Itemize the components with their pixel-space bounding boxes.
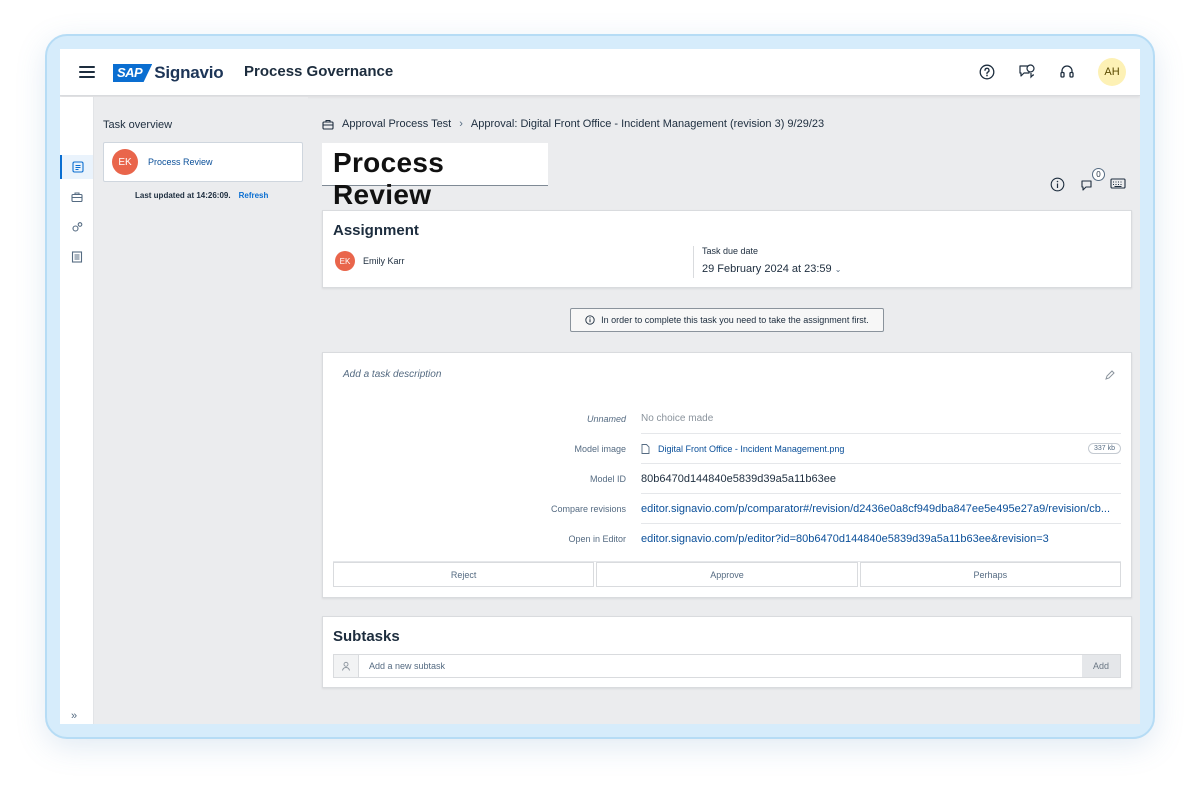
comment-count-badge: 0: [1092, 168, 1105, 181]
subtasks-title: Subtasks: [333, 628, 400, 645]
task-overview-panel: Task overview EK Process Review Last upd…: [94, 97, 308, 724]
subtask-input[interactable]: [359, 655, 1082, 677]
assignee-avatar: EK: [335, 251, 355, 271]
field-row-model-id: Model ID 80b6470d144840e5839d39a5a11b63e…: [333, 464, 1121, 494]
compare-revisions-link[interactable]: editor.signavio.com/p/comparator#/revisi…: [641, 503, 1110, 515]
field-value: Digital Front Office - Incident Manageme…: [641, 434, 1121, 464]
title-actions: 0: [1050, 168, 1126, 193]
field-label: Compare revisions: [550, 504, 626, 514]
expand-rail-icon[interactable]: »: [71, 710, 77, 722]
breadcrumb-current: Approval: Digital Front Office - Inciden…: [470, 118, 825, 130]
person-icon[interactable]: [334, 655, 359, 677]
task-description-input[interactable]: Add a task description: [343, 369, 441, 380]
chevron-down-icon: ⌄: [834, 265, 842, 274]
assignment-card: Assignment EK Emily Karr Task due date 2…: [322, 210, 1132, 288]
breadcrumb: Approval Process Test › Approval: Digita…: [322, 118, 824, 130]
open-in-editor-link[interactable]: editor.signavio.com/p/editor?id=80b6470d…: [641, 533, 1049, 545]
due-date: Task due date 29 February 2024 at 23:59 …: [693, 246, 841, 278]
reject-button[interactable]: Reject: [333, 562, 595, 587]
field-label: Model ID: [589, 474, 626, 484]
assignment-title: Assignment: [333, 222, 419, 239]
field-row-open-in-editor: Open in Editor editor.signavio.com/p/edi…: [333, 524, 1121, 554]
brand-name: Signavio: [154, 63, 224, 82]
field-value: editor.signavio.com/p/comparator#/revisi…: [641, 494, 1121, 524]
rail-report-icon[interactable]: [60, 245, 93, 269]
last-updated-text: Last updated at 14:26:09.: [135, 191, 231, 200]
user-avatar[interactable]: AH: [1098, 58, 1126, 86]
field-row-unnamed: Unnamed No choice made: [333, 404, 1121, 434]
rail-briefcase-icon[interactable]: [60, 185, 93, 209]
rail-tasks-icon[interactable]: [60, 155, 93, 179]
add-subtask-row: Add: [333, 654, 1121, 678]
assignment-notice: In order to complete this task you need …: [570, 308, 884, 332]
task-card-process-review[interactable]: EK Process Review: [103, 142, 303, 182]
due-date-value[interactable]: 29 February 2024 at 23:59 ⌄: [702, 263, 841, 275]
left-rail: »: [60, 97, 94, 724]
perhaps-button[interactable]: Perhaps: [859, 562, 1121, 587]
add-subtask-button[interactable]: Add: [1082, 655, 1120, 677]
app-window: SAP Signavio Process Governance AH » Tas…: [60, 49, 1140, 724]
sap-logo: SAP: [113, 64, 153, 82]
top-bar: SAP Signavio Process Governance AH: [60, 49, 1140, 96]
assignee-name: Emily Karr: [363, 256, 405, 266]
decision-buttons: Reject Approve Perhaps: [333, 561, 1121, 587]
comments-icon[interactable]: 0: [1080, 168, 1105, 193]
notifications-icon[interactable]: [1018, 63, 1036, 81]
help-icon[interactable]: [978, 63, 996, 81]
model-image-link[interactable]: Digital Front Office - Incident Manageme…: [658, 444, 844, 454]
task-card-label: Process Review: [148, 157, 213, 167]
task-details-card: Add a task description Unnamed No choice…: [322, 352, 1132, 598]
field-label: Unnamed: [586, 414, 626, 424]
field-value: editor.signavio.com/p/editor?id=80b6470d…: [641, 524, 1121, 554]
field-row-compare-revisions: Compare revisions editor.signavio.com/p/…: [333, 494, 1121, 524]
field-label: Model image: [574, 444, 626, 454]
field-label: Open in Editor: [568, 534, 626, 544]
model-id-value: 80b6470d144840e5839d39a5a11b63ee: [641, 464, 1121, 494]
support-headset-icon[interactable]: [1058, 63, 1076, 81]
page-title: Process Review: [322, 143, 548, 210]
pencil-icon[interactable]: [1104, 368, 1115, 386]
field-row-model-image: Model image Digital Front Office - Incid…: [333, 434, 1121, 464]
header-actions: AH: [978, 58, 1126, 86]
breadcrumb-separator-icon: ›: [459, 118, 463, 130]
menu-icon[interactable]: [79, 66, 95, 78]
signavio-logo[interactable]: SAP Signavio: [113, 63, 224, 83]
file-icon: [641, 443, 650, 454]
assignee[interactable]: EK Emily Karr: [335, 251, 405, 271]
last-updated-status: Last updated at 14:26:09. Refresh: [135, 191, 268, 200]
keyboard-icon[interactable]: [1110, 177, 1126, 193]
approve-button[interactable]: Approve: [596, 562, 858, 587]
task-overview-title: Task overview: [103, 119, 173, 131]
due-date-label: Task due date: [702, 246, 759, 256]
rail-settings-icon[interactable]: [60, 215, 93, 239]
notice-text: In order to complete this task you need …: [601, 315, 869, 325]
subtasks-card: Subtasks Add: [322, 616, 1132, 688]
file-size-badge: 337 kb: [1087, 443, 1121, 454]
field-value[interactable]: No choice made: [641, 404, 1121, 434]
due-date-text: 29 February 2024 at 23:59: [702, 263, 832, 275]
briefcase-icon: [322, 119, 334, 130]
refresh-link[interactable]: Refresh: [239, 191, 269, 200]
app-title: Process Governance: [244, 63, 394, 80]
task-avatar: EK: [112, 149, 138, 175]
info-icon[interactable]: [1050, 177, 1066, 193]
info-icon: [585, 315, 595, 325]
breadcrumb-parent[interactable]: Approval Process Test: [342, 118, 451, 130]
